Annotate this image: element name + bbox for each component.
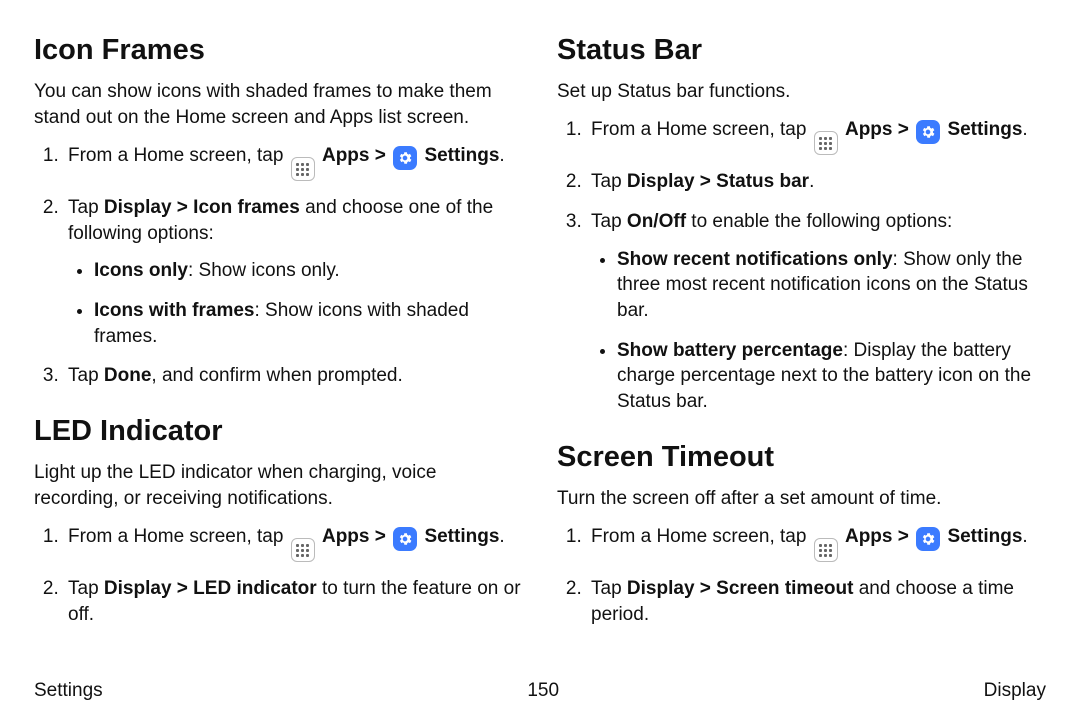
heading-status-bar: Status Bar <box>557 34 1046 67</box>
bold-path: Display > Icon frames <box>104 197 300 218</box>
options-list: Show recent notifications only: Show onl… <box>591 247 1046 415</box>
option-item: Icons only: Show icons only. <box>94 258 523 284</box>
chevron-icon: > <box>898 119 909 140</box>
option-label: Icons with frames <box>94 300 255 321</box>
settings-label: Settings <box>947 526 1022 547</box>
step-text: From a Home screen, tap <box>68 145 283 166</box>
step-text: From a Home screen, tap <box>591 526 806 547</box>
step-text: Tap <box>591 578 627 599</box>
gear-icon <box>916 120 940 144</box>
apps-icon <box>291 157 315 181</box>
footer-right: Display <box>984 680 1046 702</box>
apps-label: Apps <box>322 145 370 166</box>
steps-icon-frames: From a Home screen, tap Apps > Settings.… <box>34 143 523 389</box>
step-text: Tap <box>591 211 627 232</box>
settings-label: Settings <box>424 145 499 166</box>
page-footer: Settings 150 Display <box>34 680 1046 702</box>
step-item: Tap Display > Icon frames and choose one… <box>64 195 523 349</box>
chevron-icon: > <box>898 526 909 547</box>
content-columns: Icon Frames You can show icons with shad… <box>34 34 1046 674</box>
step-text: , and confirm when prompted. <box>151 365 402 386</box>
settings-label: Settings <box>947 119 1022 140</box>
step-item: Tap Display > LED indicator to turn the … <box>64 576 523 627</box>
bold-path: Display > Status bar <box>627 171 809 192</box>
step-text: From a Home screen, tap <box>591 119 806 140</box>
steps-status-bar: From a Home screen, tap Apps > Settings.… <box>557 117 1046 415</box>
step-item: From a Home screen, tap Apps > Settings. <box>64 524 523 563</box>
settings-label: Settings <box>424 526 499 547</box>
intro-screen-timeout: Turn the screen off after a set amount o… <box>557 486 1046 512</box>
chevron-icon: > <box>375 526 386 547</box>
step-text: Tap <box>68 578 104 599</box>
step-end: . <box>499 526 504 547</box>
bold-path: Display > LED indicator <box>104 578 317 599</box>
option-label: Icons only <box>94 260 188 281</box>
intro-icon-frames: You can show icons with shaded frames to… <box>34 79 523 130</box>
heading-led-indicator: LED Indicator <box>34 415 523 448</box>
option-item: Icons with frames: Show icons with shade… <box>94 298 523 349</box>
apps-label: Apps <box>845 526 893 547</box>
step-text: . <box>809 171 814 192</box>
step-end: . <box>1022 526 1027 547</box>
option-item: Show battery percentage: Display the bat… <box>617 338 1046 415</box>
steps-led-indicator: From a Home screen, tap Apps > Settings.… <box>34 524 523 628</box>
apps-icon <box>814 538 838 562</box>
step-end: . <box>499 145 504 166</box>
left-column: Icon Frames You can show icons with shad… <box>34 34 523 674</box>
steps-screen-timeout: From a Home screen, tap Apps > Settings.… <box>557 524 1046 628</box>
apps-icon <box>291 538 315 562</box>
step-text: Tap <box>591 171 627 192</box>
step-item: Tap Done, and confirm when prompted. <box>64 363 523 389</box>
right-column: Status Bar Set up Status bar functions. … <box>557 34 1046 674</box>
heading-icon-frames: Icon Frames <box>34 34 523 67</box>
step-item: Tap On/Off to enable the following optio… <box>587 209 1046 414</box>
step-item: From a Home screen, tap Apps > Settings. <box>587 117 1046 156</box>
option-label: Show recent notifications only <box>617 249 893 270</box>
footer-left: Settings <box>34 680 103 702</box>
step-text: From a Home screen, tap <box>68 526 283 547</box>
option-desc: : Show icons only. <box>188 260 340 281</box>
apps-label: Apps <box>845 119 893 140</box>
step-end: . <box>1022 119 1027 140</box>
option-label: Show battery percentage <box>617 340 843 361</box>
step-text: Tap <box>68 365 104 386</box>
chevron-icon: > <box>375 145 386 166</box>
apps-label: Apps <box>322 526 370 547</box>
step-item: From a Home screen, tap Apps > Settings. <box>64 143 523 182</box>
heading-screen-timeout: Screen Timeout <box>557 441 1046 474</box>
intro-led-indicator: Light up the LED indicator when charging… <box>34 460 523 511</box>
gear-icon <box>393 527 417 551</box>
gear-icon <box>393 146 417 170</box>
options-list: Icons only: Show icons only. Icons with … <box>68 258 523 349</box>
step-item: Tap Display > Screen timeout and choose … <box>587 576 1046 627</box>
step-text: Tap <box>68 197 104 218</box>
footer-page-number: 150 <box>527 680 559 702</box>
step-text: to enable the following options: <box>686 211 952 232</box>
option-item: Show recent notifications only: Show onl… <box>617 247 1046 324</box>
intro-status-bar: Set up Status bar functions. <box>557 79 1046 105</box>
step-item: Tap Display > Status bar. <box>587 169 1046 195</box>
bold-word: Done <box>104 365 152 386</box>
bold-word: On/Off <box>627 211 686 232</box>
step-item: From a Home screen, tap Apps > Settings. <box>587 524 1046 563</box>
apps-icon <box>814 131 838 155</box>
bold-path: Display > Screen timeout <box>627 578 854 599</box>
gear-icon <box>916 527 940 551</box>
